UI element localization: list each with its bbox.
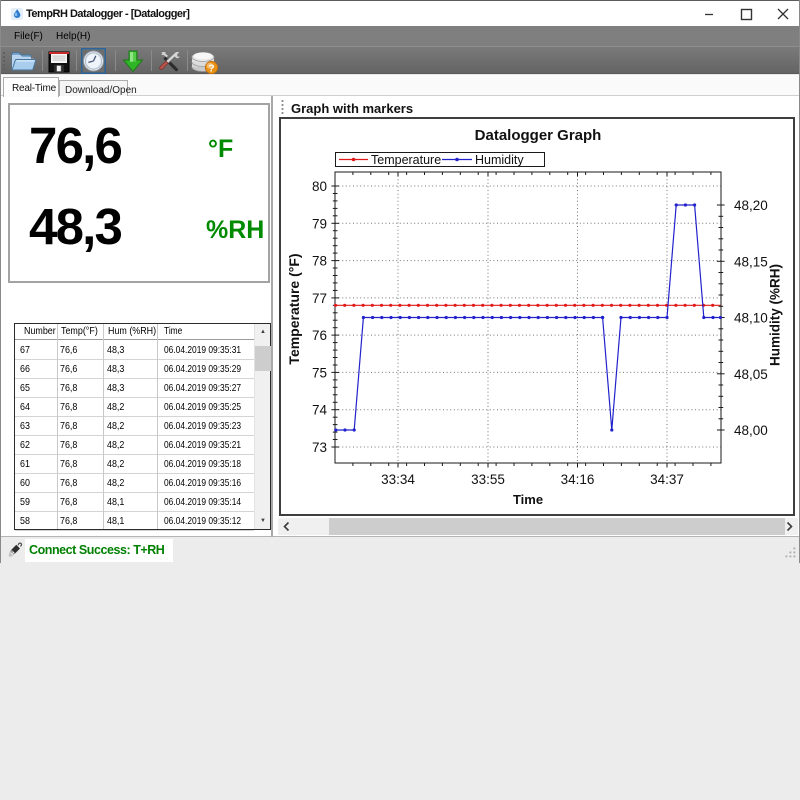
svg-text:75: 75 xyxy=(312,365,327,380)
svg-text:78: 78 xyxy=(312,254,327,269)
svg-text:48,15: 48,15 xyxy=(734,254,768,269)
svg-text:48,10: 48,10 xyxy=(734,311,768,326)
svg-text:48,20: 48,20 xyxy=(734,198,768,213)
svg-text:33:34: 33:34 xyxy=(381,472,415,487)
svg-text:48,05: 48,05 xyxy=(734,367,768,382)
svg-text:79: 79 xyxy=(312,216,327,231)
svg-text:Temperature: Temperature xyxy=(371,153,441,167)
svg-text:Humidity (%RH): Humidity (%RH) xyxy=(768,264,783,366)
svg-text:80: 80 xyxy=(312,179,327,194)
svg-text:74: 74 xyxy=(312,403,328,418)
svg-text:73: 73 xyxy=(312,440,327,455)
svg-text:77: 77 xyxy=(312,291,327,306)
svg-text:?: ? xyxy=(208,63,214,75)
svg-text:33:55: 33:55 xyxy=(471,472,505,487)
svg-text:76: 76 xyxy=(312,328,327,343)
svg-text:48,00: 48,00 xyxy=(734,423,768,438)
svg-text:Time: Time xyxy=(513,492,543,507)
svg-text:34:37: 34:37 xyxy=(650,472,684,487)
svg-text:Humidity: Humidity xyxy=(475,153,524,167)
svg-text:Datalogger Graph: Datalogger Graph xyxy=(475,127,602,144)
svg-text:34:16: 34:16 xyxy=(561,472,595,487)
svg-text:Temperature (°F): Temperature (°F) xyxy=(286,253,302,364)
